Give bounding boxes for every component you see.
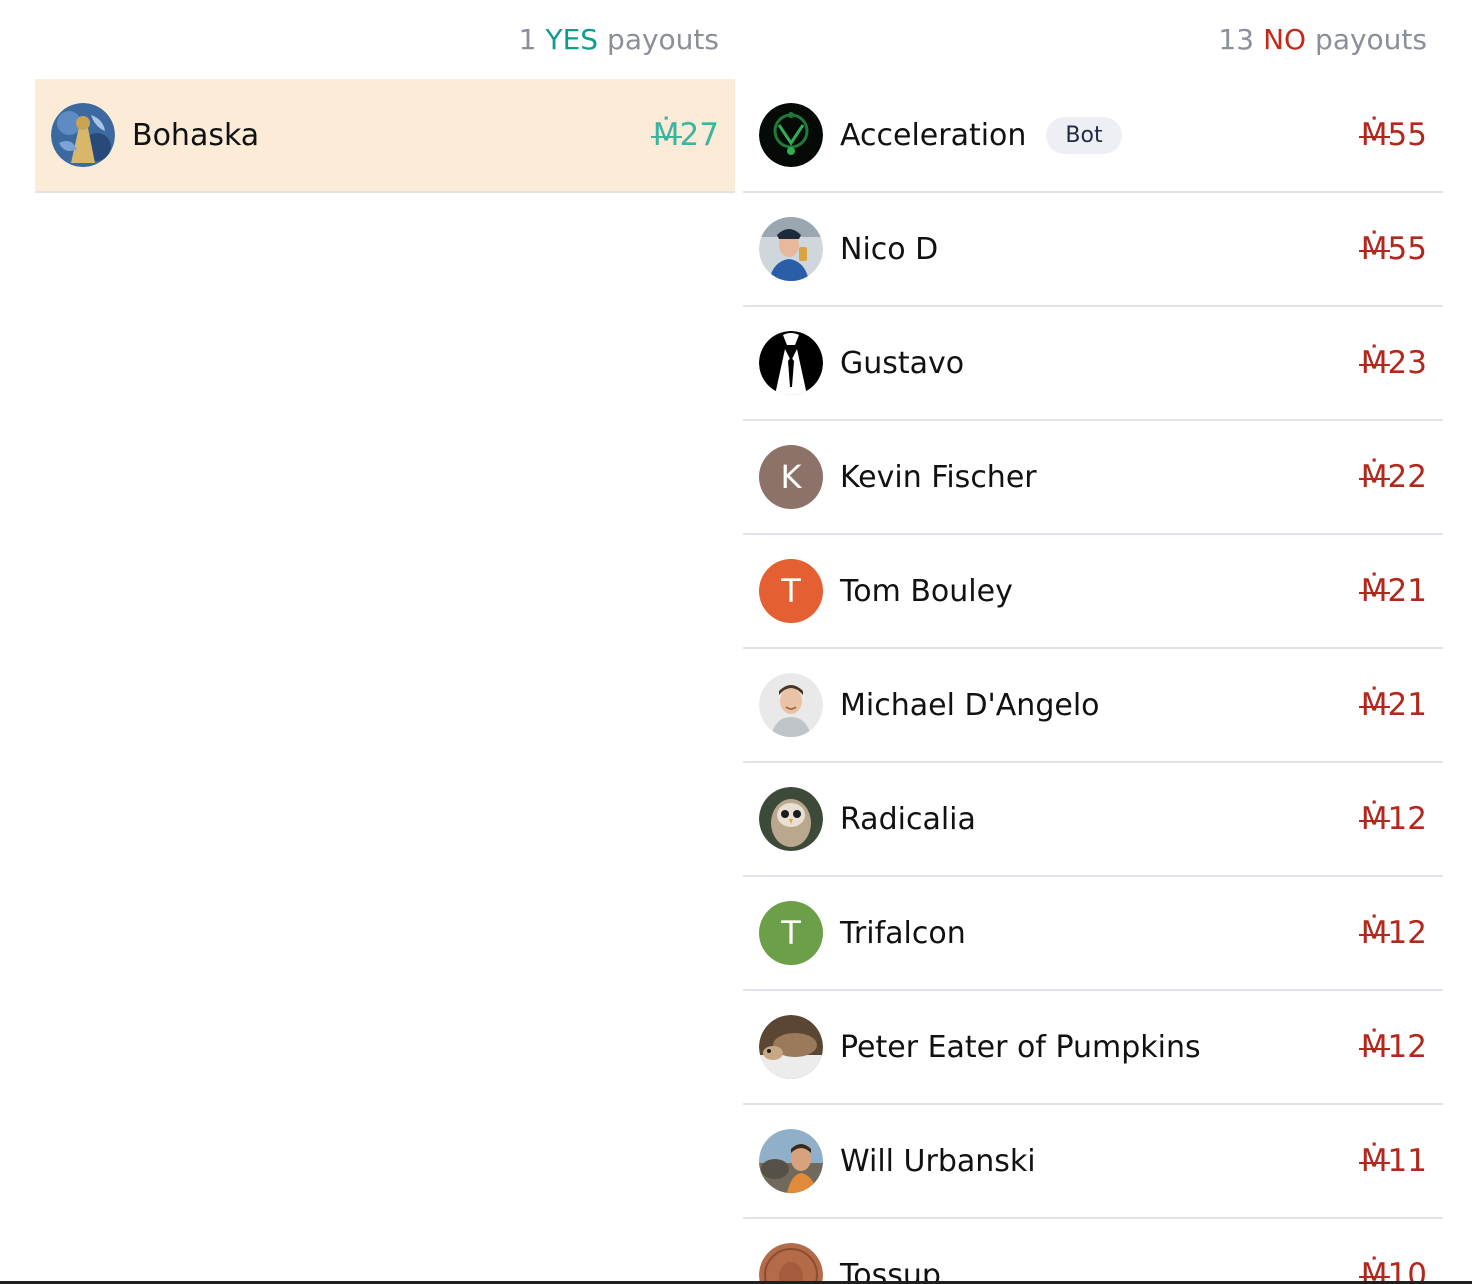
payout-amount: Ṁ12: [1358, 1029, 1427, 1065]
avatar-peter-eater-of-pumpkins[interactable]: [759, 1015, 823, 1079]
avatar-michael-dangelo[interactable]: [759, 673, 823, 737]
mana-currency-icon: Ṁ: [1358, 1029, 1390, 1065]
payout-row-nico-d[interactable]: Nico D Ṁ55: [743, 193, 1443, 307]
user-name[interactable]: Tom Bouley: [840, 574, 1013, 609]
payout-row-acceleration[interactable]: Acceleration Bot Ṁ55: [743, 79, 1443, 193]
payout-amount: Ṁ12: [1358, 801, 1427, 837]
payout-amount: Ṁ23: [1358, 345, 1427, 381]
payout-value: 12: [1387, 801, 1427, 837]
user-name[interactable]: Trifalcon: [840, 916, 966, 951]
payout-amount: Ṁ12: [1358, 915, 1427, 951]
avatar-will-urbanski[interactable]: [759, 1129, 823, 1193]
payouts-panel: 1YESpayouts Bohaska Ṁ27 13NOpayouts: [0, 0, 1472, 1284]
payout-value: 11: [1387, 1143, 1427, 1179]
mana-currency-icon: Ṁ: [1358, 1143, 1390, 1179]
payout-row-gustavo[interactable]: Gustavo Ṁ23: [743, 307, 1443, 421]
yes-payouts-count: 1: [518, 23, 537, 56]
avatar-bohaska[interactable]: [51, 103, 115, 167]
payout-amount: Ṁ55: [1358, 231, 1427, 267]
no-payouts-header: 13 NO payouts: [743, 0, 1443, 79]
yes-payouts-suffix: payouts: [607, 23, 719, 56]
avatar-nico-d[interactable]: [759, 217, 823, 281]
payout-value: 23: [1387, 345, 1427, 381]
user-name[interactable]: Michael D'Angelo: [840, 688, 1100, 723]
avatar-gustavo[interactable]: [759, 331, 823, 395]
yes-payouts-header: 1 YES payouts: [35, 0, 735, 79]
avatar-tom-bouley[interactable]: T: [759, 559, 823, 623]
payout-row-tom-bouley[interactable]: T Tom Bouley Ṁ21: [743, 535, 1443, 649]
avatar-radicalia[interactable]: [759, 787, 823, 851]
payout-row-will-urbanski[interactable]: Will Urbanski Ṁ11: [743, 1105, 1443, 1219]
user-name[interactable]: Bohaska: [132, 118, 259, 153]
mana-currency-icon: Ṁ: [1358, 1257, 1390, 1284]
payout-row-radicalia[interactable]: Radicalia Ṁ12: [743, 763, 1443, 877]
payout-amount: Ṁ21: [1358, 687, 1427, 723]
user-name[interactable]: Peter Eater of Pumpkins: [840, 1030, 1201, 1065]
payout-value: 21: [1387, 573, 1427, 609]
avatar-acceleration[interactable]: [759, 103, 823, 167]
payout-value: 55: [1387, 231, 1427, 267]
yes-outcome-label: YES: [545, 23, 599, 56]
payout-row-tossup[interactable]: Tossup Ṁ10: [743, 1219, 1443, 1284]
mana-currency-icon: Ṁ: [1358, 573, 1390, 609]
payout-value: 55: [1387, 117, 1427, 153]
user-name[interactable]: Will Urbanski: [840, 1144, 1036, 1179]
mana-currency-icon: Ṁ: [1358, 687, 1390, 723]
payout-value: 10: [1387, 1257, 1427, 1284]
payout-amount: Ṁ10: [1358, 1257, 1427, 1284]
yes-payouts-column: 1 YES payouts Bohaska Ṁ27: [35, 0, 735, 193]
user-name[interactable]: Nico D: [840, 232, 938, 267]
avatar-trifalcon[interactable]: T: [759, 901, 823, 965]
no-payouts-suffix: payouts: [1315, 23, 1427, 56]
payout-value: 12: [1387, 1029, 1427, 1065]
mana-currency-icon: Ṁ: [1358, 117, 1390, 153]
payout-amount: Ṁ27: [650, 117, 719, 153]
bot-badge: Bot: [1046, 116, 1122, 154]
payout-amount: Ṁ11: [1358, 1143, 1427, 1179]
payout-value: 12: [1387, 915, 1427, 951]
payout-value: 21: [1387, 687, 1427, 723]
user-name[interactable]: Gustavo: [840, 346, 964, 381]
payout-amount: Ṁ55: [1358, 117, 1427, 153]
mana-currency-icon: Ṁ: [1358, 345, 1390, 381]
payout-row-bohaska[interactable]: Bohaska Ṁ27: [35, 79, 735, 193]
payout-value: 22: [1387, 459, 1427, 495]
mana-currency-icon: Ṁ: [1358, 459, 1390, 495]
payout-row-peter-eater-of-pumpkins[interactable]: Peter Eater of Pumpkins Ṁ12: [743, 991, 1443, 1105]
no-payouts-count: 13: [1218, 23, 1255, 56]
payout-amount: Ṁ21: [1358, 573, 1427, 609]
avatar-tossup[interactable]: [759, 1243, 823, 1284]
mana-currency-icon: Ṁ: [650, 117, 682, 153]
avatar-kevin-fischer[interactable]: K: [759, 445, 823, 509]
no-payouts-column: 13 NO payouts Acceleration Bot Ṁ55 Nico …: [743, 0, 1443, 1284]
user-name[interactable]: Kevin Fischer: [840, 460, 1037, 495]
payout-row-trifalcon[interactable]: T Trifalcon Ṁ12: [743, 877, 1443, 991]
user-name[interactable]: Radicalia: [840, 802, 976, 837]
no-outcome-label: NO: [1263, 23, 1307, 56]
mana-currency-icon: Ṁ: [1358, 231, 1390, 267]
payout-value: 27: [679, 117, 719, 153]
mana-currency-icon: Ṁ: [1358, 915, 1390, 951]
payout-row-kevin-fischer[interactable]: K Kevin Fischer Ṁ22: [743, 421, 1443, 535]
mana-currency-icon: Ṁ: [1358, 801, 1390, 837]
payout-amount: Ṁ22: [1358, 459, 1427, 495]
user-name[interactable]: Acceleration: [840, 118, 1026, 153]
payout-row-michael-dangelo[interactable]: Michael D'Angelo Ṁ21: [743, 649, 1443, 763]
